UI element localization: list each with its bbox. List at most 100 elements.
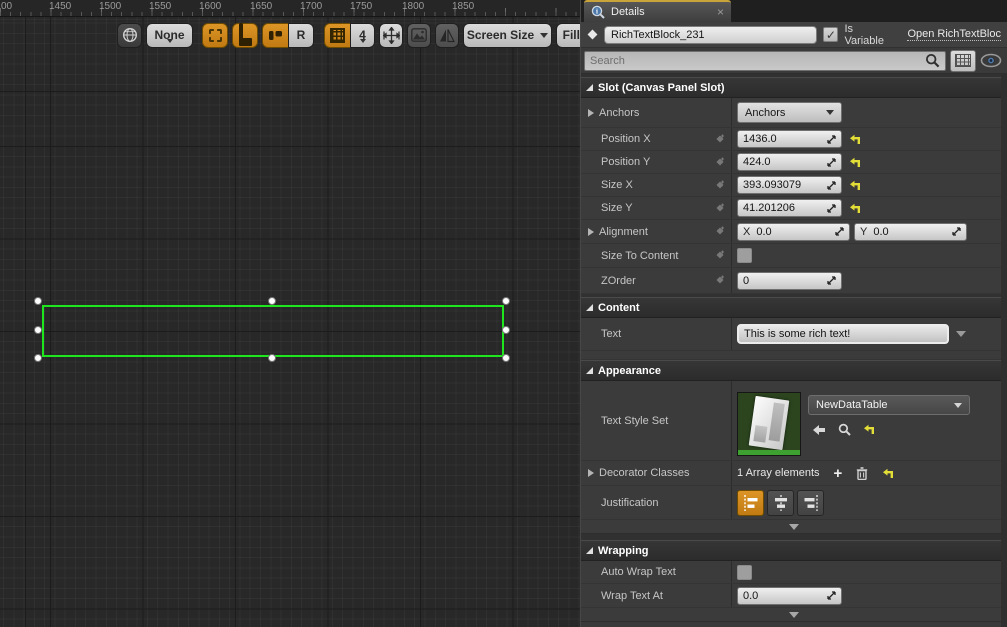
category-slot[interactable]: Slot (Canvas Panel Slot) — [581, 77, 1007, 98]
category-expanded-icon — [586, 547, 593, 554]
category-content-title: Content — [598, 302, 640, 314]
resize-handle-top-center[interactable] — [268, 297, 276, 305]
category-content[interactable]: Content — [581, 297, 1007, 318]
screen-size-label: Screen Size — [467, 28, 534, 42]
text-value-field[interactable]: This is some rich text! — [737, 324, 949, 344]
reset-to-default-button[interactable] — [849, 157, 861, 168]
row-size-y: Size Y 41.201206 — [581, 197, 1007, 220]
designer-canvas[interactable]: None R — [0, 17, 580, 627]
zorder-field[interactable]: 0 — [737, 272, 842, 290]
category-appearance[interactable]: Appearance — [581, 360, 1007, 381]
reset-to-default-button[interactable] — [849, 134, 861, 145]
widget-name-input[interactable] — [604, 26, 817, 44]
view-options-button[interactable] — [950, 50, 976, 72]
text-options-chevron-icon[interactable] — [956, 331, 966, 342]
reset-to-default-button[interactable] — [849, 180, 861, 191]
category-wrapping[interactable]: Wrapping — [581, 540, 1007, 561]
row-size-to-content: Size To Content — [581, 244, 1007, 268]
open-richtextblock-link[interactable]: Open RichTextBloc — [907, 28, 1001, 41]
grid-snap-size-dropdown[interactable]: 4 — [350, 23, 375, 48]
expand-row-icon[interactable] — [588, 469, 594, 477]
is-variable-label: Is Variable — [844, 23, 895, 47]
justify-left-button[interactable] — [737, 490, 764, 516]
use-selected-asset-arrow-icon[interactable] — [812, 424, 826, 436]
show-advanced-expander[interactable] — [581, 520, 1007, 534]
details-scrollbar-track[interactable] — [1001, 74, 1007, 627]
selected-widget-outline[interactable] — [42, 305, 504, 357]
browse-to-asset-icon[interactable] — [838, 423, 851, 436]
resize-handle-mid-right[interactable] — [502, 326, 510, 334]
resize-handle-bottom-left[interactable] — [34, 354, 42, 362]
text-value: This is some rich text! — [744, 328, 850, 340]
value-slider-icon — [827, 204, 836, 213]
bind-property-icon[interactable] — [715, 157, 726, 168]
data-table-asset-thumbnail[interactable] — [737, 392, 801, 456]
anchors-dropdown[interactable]: Anchors — [737, 102, 842, 123]
expand-row-icon[interactable] — [588, 109, 594, 117]
wrap-text-at-field[interactable]: 0.0 — [737, 587, 842, 605]
justify-center-button[interactable] — [767, 490, 794, 516]
justify-right-button[interactable] — [797, 490, 824, 516]
localization-language-dropdown[interactable]: None — [146, 23, 193, 48]
transform-widget-button[interactable] — [379, 23, 403, 48]
search-input[interactable] — [590, 55, 925, 67]
screen-size-dropdown[interactable]: Screen Size — [463, 23, 552, 48]
rotation-mode-button[interactable]: R — [288, 23, 314, 48]
bind-property-icon[interactable] — [715, 203, 726, 214]
size-y-label: Size Y — [601, 202, 633, 214]
reset-arrow-icon[interactable] — [863, 424, 875, 435]
anchor-mode-button[interactable] — [262, 23, 288, 48]
resize-handle-top-right[interactable] — [502, 297, 510, 305]
alignment-y-field[interactable]: Y 0.0 — [854, 223, 967, 241]
bind-property-icon[interactable] — [715, 275, 726, 286]
umg-designer-window: 00 1450 1500 1550 1600 1650 1700 1750 18… — [0, 0, 1007, 627]
display-filter-eye-icon[interactable] — [980, 53, 1002, 68]
row-auto-wrap-text: Auto Wrap Text — [581, 561, 1007, 584]
lock-widgets-button[interactable] — [232, 23, 258, 48]
show-advanced-expander[interactable] — [581, 608, 1007, 622]
size-x-value: 393.093079 — [743, 179, 827, 191]
alignment-y-value: 0.0 — [873, 226, 952, 238]
bind-property-icon[interactable] — [715, 180, 726, 191]
decorator-classes-label: Decorator Classes — [599, 467, 689, 479]
text-style-set-dropdown[interactable]: NewDataTable — [808, 395, 970, 415]
zorder-value: 0 — [743, 275, 827, 287]
flip-preview-button[interactable] — [435, 23, 459, 48]
value-slider-icon — [827, 276, 836, 285]
grid-snap-toggle-button[interactable] — [324, 23, 350, 48]
details-tab-icon: i — [591, 5, 605, 19]
localization-preview-button[interactable] — [117, 23, 142, 48]
size-x-field[interactable]: 393.093079 — [737, 176, 842, 194]
position-x-field[interactable]: 1436.0 — [737, 130, 842, 148]
value-slider-icon — [827, 591, 836, 600]
expand-row-icon[interactable] — [588, 228, 594, 236]
ruler-tick-label: 1850 — [452, 1, 474, 12]
reset-arrow-icon — [849, 157, 861, 168]
transform-mode-group: R — [262, 23, 314, 48]
reset-to-default-button[interactable] — [849, 203, 861, 214]
resize-handle-bottom-right[interactable] — [502, 354, 510, 362]
size-to-content-checkbox[interactable] — [737, 248, 752, 263]
bind-property-icon[interactable] — [715, 134, 726, 145]
resize-handle-mid-left[interactable] — [34, 326, 42, 334]
auto-wrap-text-checkbox[interactable] — [737, 565, 752, 580]
wrap-text-at-value: 0.0 — [743, 590, 827, 602]
bind-property-icon[interactable] — [715, 250, 726, 261]
is-variable-checkbox[interactable]: ✓ — [823, 27, 838, 42]
position-y-field[interactable]: 424.0 — [737, 153, 842, 171]
size-y-field[interactable]: 41.201206 — [737, 199, 842, 217]
resize-handle-bottom-center[interactable] — [268, 354, 276, 362]
alignment-x-field[interactable]: X 0.0 — [737, 223, 850, 241]
justification-label: Justification — [601, 497, 658, 509]
toggle-outlines-button[interactable] — [202, 23, 228, 48]
reset-arrow-icon[interactable] — [882, 468, 894, 479]
resize-handle-top-left[interactable] — [34, 297, 42, 305]
svg-text:i: i — [596, 8, 598, 16]
tab-details[interactable]: i Details × — [584, 0, 731, 22]
preview-background-button[interactable] — [407, 23, 431, 48]
wrap-text-at-label: Wrap Text At — [601, 590, 663, 602]
bind-property-icon[interactable] — [715, 226, 726, 237]
trash-icon[interactable] — [856, 467, 868, 480]
close-icon[interactable]: × — [717, 5, 724, 19]
add-array-element-button[interactable]: + — [834, 466, 843, 481]
